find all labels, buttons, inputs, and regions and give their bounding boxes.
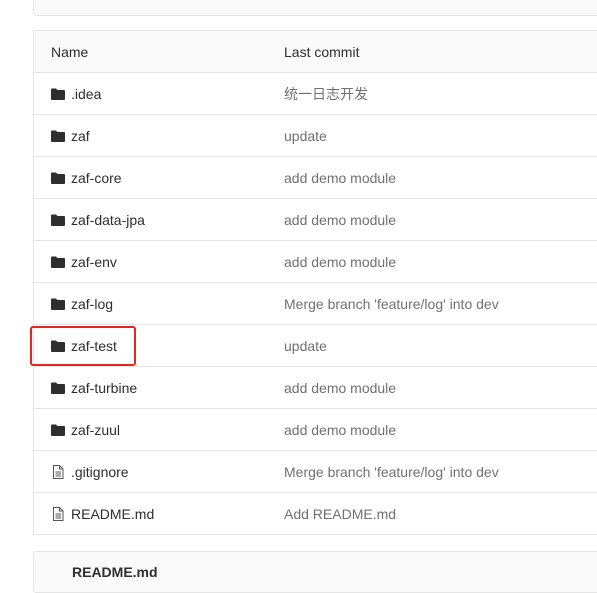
last-commit-message[interactable]: Merge branch 'feature/log' into dev: [284, 283, 499, 324]
table-row: zaf-zuul add demo module: [34, 409, 597, 451]
table-row: zaf update: [34, 115, 597, 157]
folder-icon: [51, 213, 65, 227]
last-commit-message[interactable]: Merge branch 'feature/log' into dev: [284, 451, 499, 492]
folder-icon: [51, 423, 65, 437]
file-name-label: zaf-env: [71, 253, 117, 270]
table-row: zaf-log Merge branch 'feature/log' into d…: [34, 283, 597, 325]
file-name-label: .idea: [71, 85, 102, 102]
file-name-link[interactable]: .gitignore: [51, 451, 129, 492]
last-commit-message[interactable]: add demo module: [284, 241, 396, 282]
file-icon: [51, 506, 65, 521]
file-name-link[interactable]: zaf-core: [51, 157, 122, 198]
table-row: zaf-env add demo module: [34, 241, 597, 283]
last-commit-message[interactable]: add demo module: [284, 199, 396, 240]
folder-icon: [51, 381, 65, 395]
file-name-link[interactable]: zaf: [51, 115, 90, 156]
name-column-header: Name: [51, 43, 89, 60]
file-name-link[interactable]: zaf-log: [51, 283, 113, 324]
file-name-label: zaf-zuul: [71, 421, 121, 438]
folder-icon: [51, 297, 65, 311]
file-name-label: zaf-log: [71, 295, 114, 312]
table-row: README.md Add README.md: [34, 493, 597, 535]
table-row: zaf-turbine add demo module: [34, 367, 597, 409]
table-row: zaf-data-jpa add demo module: [34, 199, 597, 241]
file-name-label: zaf: [71, 127, 90, 144]
file-table: Name Last commit .idea 统一日志开发 zaf update zaf…: [33, 30, 597, 535]
file-name-link[interactable]: README.md: [51, 493, 154, 534]
file-name-label: zaf-data-jpa: [71, 211, 145, 228]
file-name-link[interactable]: .idea: [51, 73, 101, 114]
table-row: .idea 统一日志开发: [34, 73, 597, 115]
last-commit-message[interactable]: 统一日志开发: [284, 73, 368, 114]
last-commit-message[interactable]: Add README.md: [284, 493, 396, 534]
last-commit-message[interactable]: add demo module: [284, 367, 396, 408]
last-commit-column-header: Last commit: [284, 43, 360, 60]
readme-title: README.md: [72, 564, 158, 580]
file-name-link[interactable]: zaf-turbine: [51, 367, 137, 408]
folder-icon: [51, 171, 65, 185]
file-name-link[interactable]: zaf-env: [51, 241, 117, 282]
folder-icon: [51, 129, 65, 143]
folder-icon: [51, 87, 65, 101]
file-icon: [51, 464, 65, 479]
last-commit-message[interactable]: add demo module: [284, 157, 396, 198]
file-name-link[interactable]: zaf-zuul: [51, 409, 120, 450]
file-name-label: .gitignore: [71, 463, 129, 480]
readme-panel: README.md: [33, 551, 597, 593]
last-commit-message[interactable]: update: [284, 325, 327, 366]
table-row: zaf-core add demo module: [34, 157, 597, 199]
file-name-label: zaf-core: [71, 169, 122, 186]
table-row: .gitignore Merge branch 'feature/log' int…: [34, 451, 597, 493]
last-commit-message[interactable]: add demo module: [284, 409, 396, 450]
top-panel: [33, 0, 597, 16]
last-commit-message[interactable]: update: [284, 115, 327, 156]
folder-icon: [51, 255, 65, 269]
file-name-label: zaf-turbine: [71, 379, 138, 396]
file-name-link[interactable]: zaf-data-jpa: [51, 199, 145, 240]
table-header: Name Last commit: [34, 31, 597, 73]
file-name-label: README.md: [71, 505, 155, 522]
highlight-box: [30, 326, 136, 366]
